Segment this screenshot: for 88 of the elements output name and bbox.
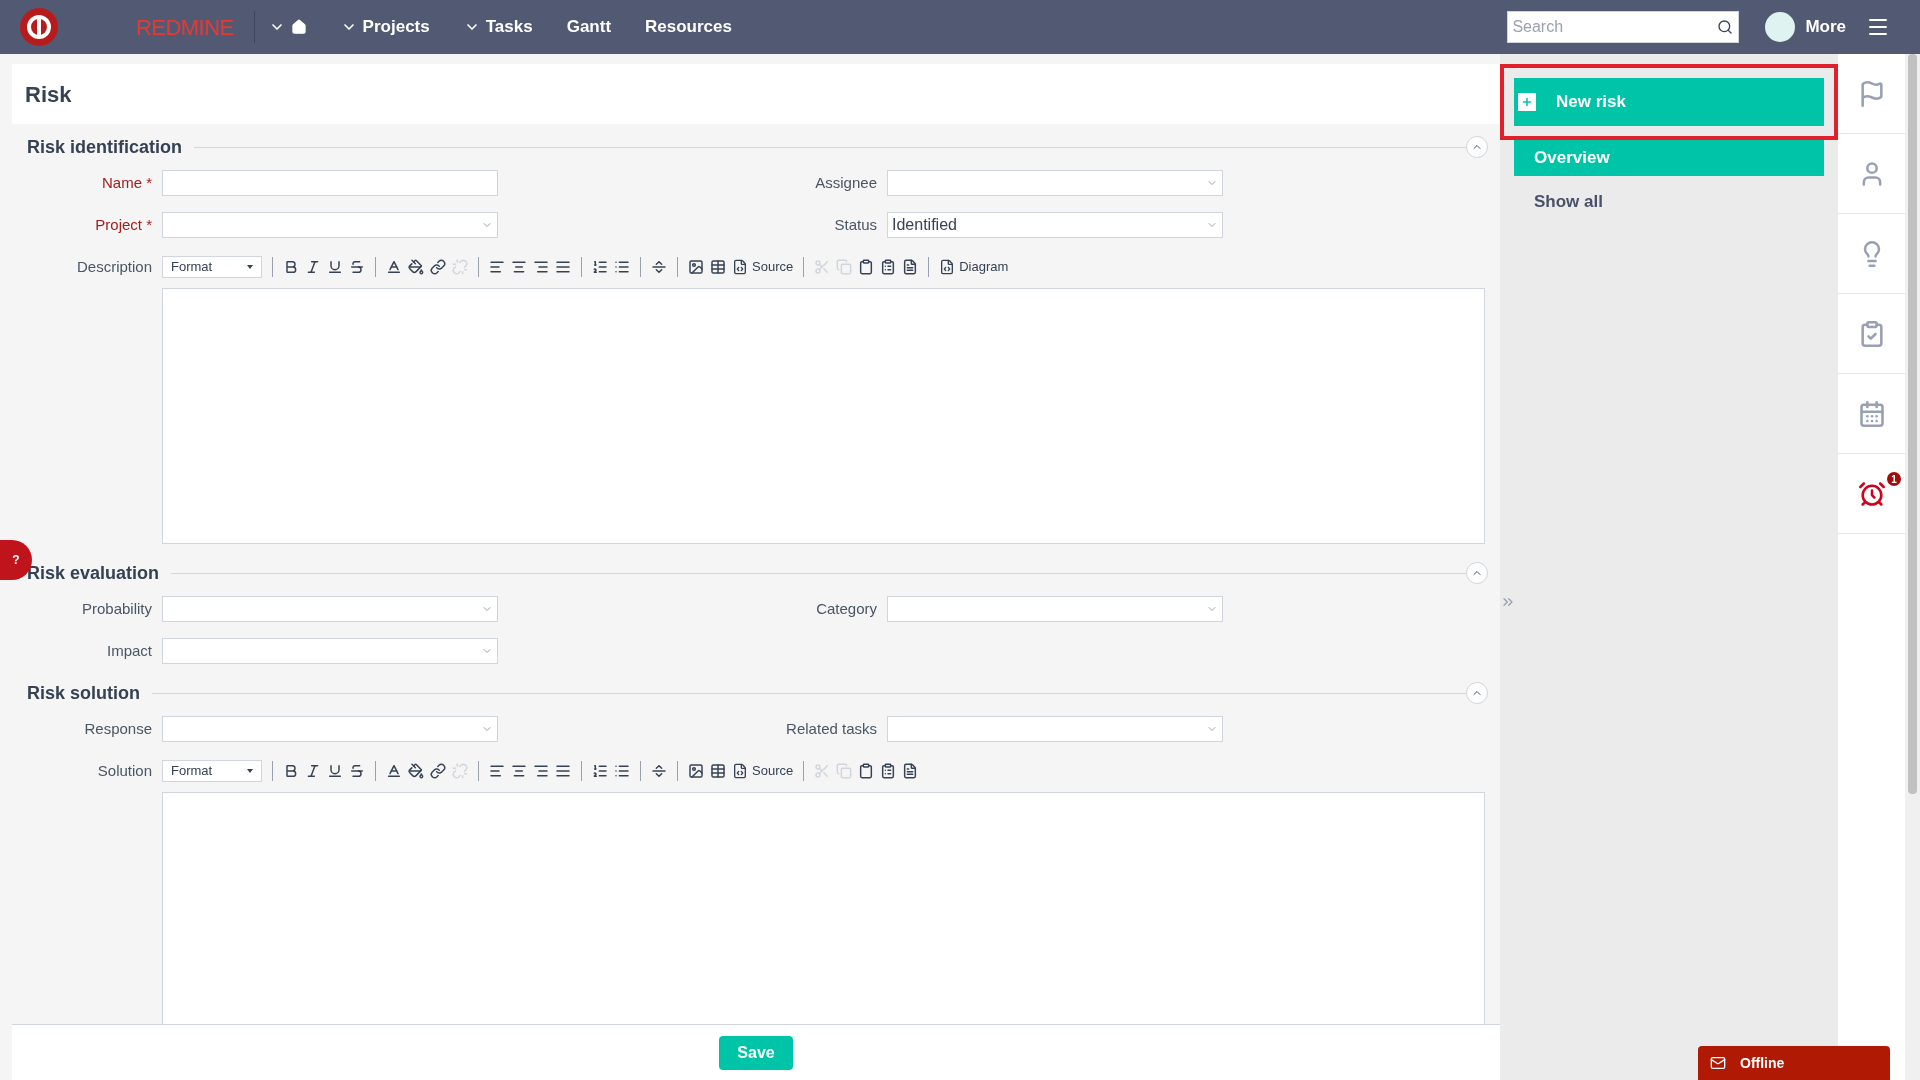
text-color-icon[interactable] — [386, 763, 402, 779]
search-field[interactable]: Search — [1507, 11, 1740, 43]
diagram-button[interactable]: Diagram — [939, 257, 1009, 277]
paste-word-icon[interactable] — [902, 763, 919, 779]
format-dropdown[interactable]: Format — [162, 256, 262, 278]
align-center-icon[interactable] — [511, 259, 527, 275]
page-break-icon[interactable] — [651, 259, 667, 275]
italic-icon[interactable] — [305, 763, 321, 779]
select-field[interactable] — [162, 716, 498, 742]
nav-item[interactable]: Gantt — [566, 14, 612, 40]
paint-bucket-icon[interactable] — [408, 259, 424, 275]
field-label: Probability — [80, 598, 153, 619]
alarm-clock-icon[interactable] — [1857, 479, 1886, 508]
logo-icon[interactable] — [20, 8, 58, 46]
caret-icon — [247, 265, 253, 269]
select-field[interactable] — [887, 170, 1223, 196]
text-field[interactable] — [162, 170, 498, 196]
home-icon — [290, 19, 307, 35]
caret-icon — [247, 769, 253, 773]
strikethrough-icon[interactable] — [349, 763, 365, 779]
field-label: Related tasks — [785, 718, 878, 739]
mail-icon — [1710, 1055, 1726, 1071]
more-button[interactable]: More — [1805, 14, 1846, 40]
select-field[interactable]: Identified — [887, 212, 1223, 238]
align-right-icon[interactable] — [533, 763, 549, 779]
paste-word-icon[interactable] — [902, 259, 919, 275]
field-label: Category — [815, 598, 878, 619]
field-label: Solution — [96, 761, 153, 781]
bold-icon[interactable] — [283, 763, 299, 779]
source-button[interactable]: Source — [732, 257, 794, 277]
align-justify-icon[interactable] — [555, 259, 571, 275]
align-right-icon[interactable] — [533, 259, 549, 275]
field-label: Impact — [106, 640, 153, 661]
bullet-list-icon[interactable] — [614, 259, 630, 275]
source-button[interactable]: Source — [732, 761, 794, 781]
chat-status-button[interactable]: Offline — [1698, 1046, 1890, 1080]
field-label: Name * — [100, 172, 153, 193]
align-left-icon[interactable] — [489, 763, 505, 779]
strikethrough-icon[interactable] — [349, 259, 365, 275]
sidebar-item[interactable]: Show all — [1514, 184, 1824, 220]
field-label: Response — [83, 718, 153, 739]
underline-icon[interactable] — [327, 259, 343, 275]
nav-item[interactable]: Resources — [645, 14, 732, 40]
section-title: Risk solution — [27, 681, 141, 705]
table-icon[interactable] — [710, 259, 726, 275]
field-label: Status — [833, 214, 878, 235]
select-field[interactable] — [162, 212, 498, 238]
numbered-list-icon[interactable] — [592, 763, 608, 779]
source-icon — [732, 259, 748, 275]
paste-icon[interactable] — [858, 763, 875, 779]
select-field[interactable] — [162, 638, 498, 664]
numbered-list-icon[interactable] — [592, 259, 608, 275]
bullet-list-icon[interactable] — [614, 763, 630, 779]
page-break-icon[interactable] — [651, 763, 667, 779]
paste-icon[interactable] — [858, 259, 875, 275]
section-title: Risk identification — [27, 135, 184, 159]
select-field[interactable] — [887, 716, 1223, 742]
field-label: Project * — [94, 214, 153, 235]
align-justify-icon[interactable] — [555, 763, 571, 779]
align-left-icon[interactable] — [489, 259, 505, 275]
table-icon[interactable] — [710, 763, 726, 779]
field-label: Assignee — [814, 172, 878, 193]
format-dropdown[interactable]: Format — [162, 760, 262, 782]
align-center-icon[interactable] — [511, 763, 527, 779]
link-icon[interactable] — [430, 763, 446, 779]
field-label: Description — [75, 257, 153, 277]
italic-icon[interactable] — [305, 259, 321, 275]
bold-icon[interactable] — [283, 259, 299, 275]
link-icon[interactable] — [430, 259, 446, 275]
notification-badge: 1 — [1887, 472, 1901, 486]
search-icon[interactable] — [1717, 19, 1734, 35]
select-field[interactable] — [162, 596, 498, 622]
nav-item[interactable]: Tasks — [463, 14, 533, 40]
image-icon[interactable] — [688, 763, 704, 779]
image-icon[interactable] — [688, 259, 704, 275]
source-icon — [732, 763, 748, 779]
paste-text-icon[interactable] — [880, 763, 897, 779]
plus-icon — [1518, 93, 1536, 111]
avatar[interactable] — [1765, 12, 1796, 42]
select-field[interactable] — [887, 596, 1223, 622]
nav-item[interactable]: Projects — [340, 14, 430, 40]
underline-icon[interactable] — [327, 763, 343, 779]
calendar-icon[interactable] — [1857, 399, 1886, 428]
paste-text-icon[interactable] — [880, 259, 897, 275]
text-color-icon[interactable] — [386, 259, 402, 275]
diagram-icon — [939, 259, 956, 275]
page-title: Risk — [25, 80, 72, 109]
paint-bucket-icon[interactable] — [408, 763, 424, 779]
